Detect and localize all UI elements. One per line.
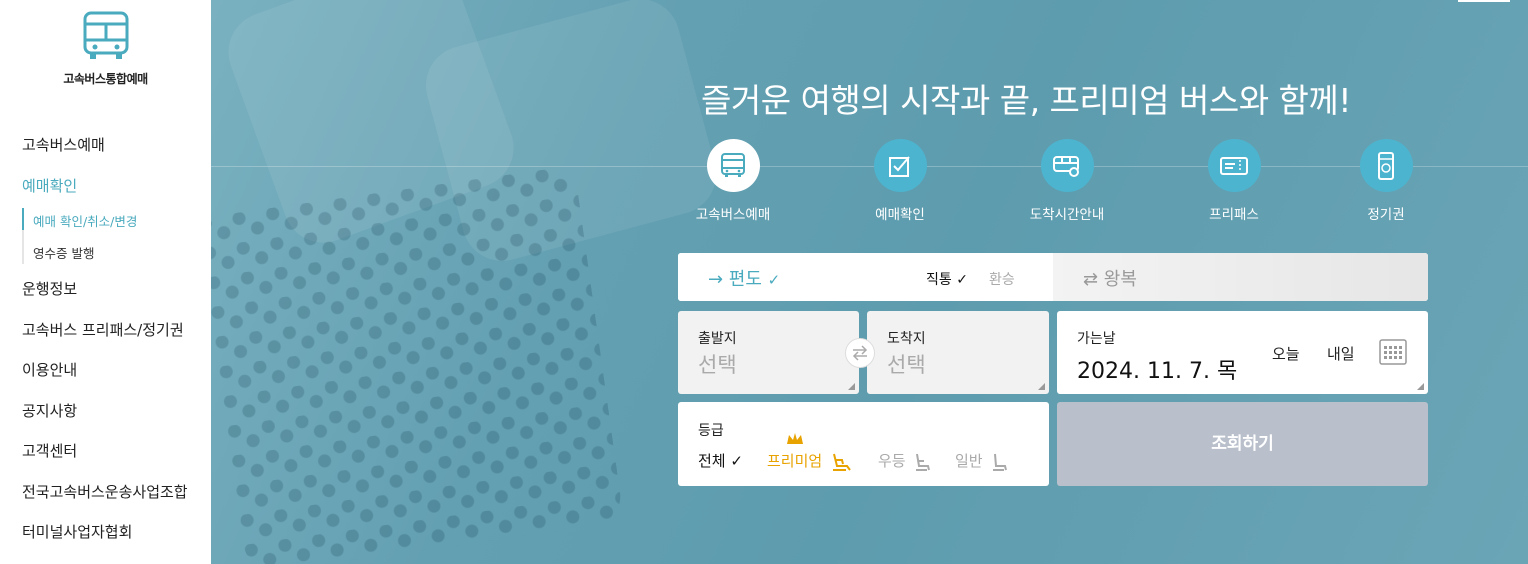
roundtrip-label: ⇄ 왕복 — [1083, 269, 1137, 290]
search-button[interactable]: 조회하기 — [1057, 402, 1428, 486]
bus-icon — [83, 11, 128, 59]
tomorrow-button[interactable]: 내일 — [1327, 343, 1355, 364]
grade-field: 등급 전체 ✓ 프리미엄 우등 일반 — [678, 402, 1049, 486]
departure-value: 선택 — [698, 353, 737, 377]
grade-premium-option[interactable]: 프리미엄 — [767, 450, 852, 472]
nav-circle — [1359, 139, 1413, 192]
hero-banner: 즐거운 여행의 시작과 끝, 프리미엄 버스와 함께! 고속버스예매 예매확인 — [211, 0, 1528, 564]
nav-bus-booking[interactable]: 고속버스예매 — [678, 139, 788, 223]
dropdown-corner-icon — [848, 383, 855, 390]
date-field[interactable]: 가는날 2024. 11. 7. 목 오늘 내일 — [1057, 311, 1428, 394]
sidebar-item-notice[interactable]: 공지사항 — [22, 400, 77, 421]
nav-label: 정기권 — [1367, 207, 1405, 223]
seat-icon — [993, 453, 1008, 471]
crown-icon — [787, 433, 803, 444]
today-button[interactable]: 오늘 — [1272, 343, 1300, 364]
trip-type-row: → 편도 ✓ 직통 ✓ 환승 ⇄ 왕복 — [678, 253, 1428, 301]
nav-freepass[interactable]: 프리패스 — [1179, 139, 1289, 223]
grade-all-option[interactable]: 전체 ✓ — [698, 450, 743, 471]
sidebar-item-union[interactable]: 전국고속버스운송사업조합 — [22, 481, 188, 502]
arrival-value: 선택 — [887, 353, 926, 377]
bg-seat-pattern — [211, 165, 625, 564]
swap-icon — [852, 345, 868, 361]
pass-icon — [1378, 151, 1394, 180]
grade-label: 등급 — [698, 423, 724, 439]
checkbox-icon — [889, 155, 910, 177]
submenu-active-bar — [22, 208, 24, 230]
transfer-option[interactable]: 환승 — [989, 269, 1015, 289]
sidebar-submenu: 예매 확인/취소/변경 영수증 발행 — [22, 208, 192, 264]
nav-arrival-time[interactable]: 도착시간안내 — [1012, 139, 1122, 223]
grade-general-option[interactable]: 일반 — [955, 450, 1010, 472]
swap-button[interactable] — [845, 338, 875, 368]
sidebar-item-booking[interactable]: 고속버스예매 — [22, 134, 105, 155]
nav-circle — [1207, 139, 1261, 192]
arrival-label: 도착지 — [887, 331, 926, 347]
nav-circle — [1040, 139, 1094, 192]
date-label: 가는날 — [1077, 331, 1116, 347]
top-right-mark — [1458, 0, 1510, 2]
dropdown-corner-icon — [1038, 383, 1045, 390]
nav-confirm[interactable]: 예매확인 — [845, 139, 955, 223]
sidebar-item-freepass[interactable]: 고속버스 프리패스/정기권 — [22, 319, 184, 340]
oneway-label: → 편도 ✓ — [708, 269, 781, 290]
arrival-field[interactable]: 도착지 선택 — [867, 311, 1049, 394]
nav-circle — [873, 139, 927, 192]
calendar-icon[interactable] — [1379, 338, 1407, 365]
dropdown-corner-icon — [1417, 383, 1424, 390]
nav-season-pass[interactable]: 정기권 — [1331, 139, 1441, 223]
logo-text: 고속버스통합예매 — [63, 72, 148, 86]
nav-circle — [706, 139, 760, 192]
hero-title: 즐거운 여행의 시작과 끝, 프리미엄 버스와 함께! — [701, 81, 1352, 120]
ticket-icon — [1220, 156, 1248, 175]
nav-label: 도착시간안내 — [1029, 207, 1105, 223]
date-value: 2024. 11. 7. 목 — [1077, 359, 1238, 384]
sub-item-confirm-cancel[interactable]: 예매 확인/취소/변경 — [33, 211, 137, 230]
departure-label: 출발지 — [698, 331, 737, 347]
seat-icon — [916, 453, 931, 471]
nav-label: 고속버스예매 — [695, 207, 771, 223]
premium-seat-icon — [832, 453, 851, 471]
sidebar-item-terminal[interactable]: 터미널사업자협회 — [22, 521, 132, 542]
bus-time-icon — [1053, 155, 1079, 177]
roundtrip-tab[interactable]: ⇄ 왕복 — [1053, 253, 1428, 301]
sidebar-item-confirm[interactable]: 예매확인 — [22, 175, 77, 196]
nav-label: 예매확인 — [875, 207, 925, 223]
bus-icon — [721, 152, 745, 177]
sidebar: 고속버스통합예매 고속버스예매 예매확인 예매 확인/취소/변경 영수증 발행 … — [0, 0, 211, 564]
sidebar-item-operation[interactable]: 운행정보 — [22, 278, 77, 299]
sidebar-item-support[interactable]: 고객센터 — [22, 440, 77, 461]
direct-option[interactable]: 직통 ✓ — [926, 269, 968, 289]
grade-woodeung-option[interactable]: 우등 — [878, 450, 933, 472]
departure-field[interactable]: 출발지 선택 — [678, 311, 859, 394]
logo[interactable]: 고속버스통합예매 — [0, 10, 211, 87]
sidebar-item-guide[interactable]: 이용안내 — [22, 359, 77, 380]
sub-item-receipt[interactable]: 영수증 발행 — [33, 243, 94, 262]
oneway-tab[interactable]: → 편도 ✓ 직통 ✓ 환승 — [678, 253, 1053, 301]
nav-label: 프리패스 — [1209, 207, 1259, 223]
